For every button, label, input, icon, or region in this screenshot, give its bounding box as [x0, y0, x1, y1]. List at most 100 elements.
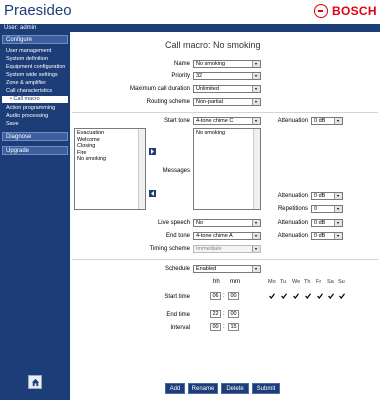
- attenuation-live-label: Attenuation: [277, 220, 308, 226]
- checkmark-icon: [317, 293, 323, 299]
- sidebar-item-user-management[interactable]: User management: [6, 48, 51, 55]
- day-checkbox[interactable]: [317, 293, 323, 299]
- start-hh-field[interactable]: 06: [210, 292, 221, 300]
- live-speech-label: Live speech: [157, 220, 190, 226]
- chevron-down-icon: [252, 220, 260, 226]
- dropdown-arrow-icon: [252, 61, 260, 67]
- messages-label: Messages: [162, 168, 190, 174]
- name-value: No smoking: [196, 61, 226, 67]
- max-duration-label: Maximum call duration: [129, 86, 190, 92]
- scrollbar[interactable]: [253, 129, 260, 209]
- sidebar-diagnose[interactable]: Diagnose: [2, 132, 68, 141]
- add-message-button[interactable]: [149, 148, 156, 155]
- day-label: Mo: [268, 279, 276, 285]
- day-checkbox[interactable]: [281, 293, 287, 299]
- attenuation-live-select[interactable]: 0 dB: [311, 219, 343, 227]
- day-checkbox[interactable]: [293, 293, 299, 299]
- live-speech-select[interactable]: No: [193, 219, 261, 227]
- day-checkbox[interactable]: [339, 293, 345, 299]
- end-tone-value: 4-tone chime A: [196, 233, 233, 239]
- remove-message-button[interactable]: [149, 190, 156, 197]
- day-label: We: [292, 279, 301, 285]
- repetitions-label: Repetitions: [277, 206, 308, 212]
- checkmark-icon: [305, 293, 311, 299]
- end-hh-field[interactable]: 22: [210, 310, 221, 318]
- start-tone-label: Start tone: [163, 118, 190, 124]
- sidebar-item-equipment-configuration[interactable]: Equipment configuration: [6, 64, 65, 71]
- priority-label: Priority: [171, 73, 190, 79]
- list-item[interactable]: No smoking: [77, 156, 143, 163]
- sidebar-item-save[interactable]: Save: [6, 121, 19, 128]
- chevron-down-icon: [252, 266, 260, 272]
- attenuation-start-label: Attenuation: [277, 118, 308, 124]
- schedule-label: Schedule: [164, 266, 190, 272]
- day-checkbox[interactable]: [328, 293, 334, 299]
- list-item[interactable]: No smoking: [196, 130, 258, 137]
- sidebar-item-action-programming[interactable]: Action programming: [6, 105, 55, 112]
- user-bar: User: admin: [0, 24, 380, 32]
- sidebar-item-call-characteristics[interactable]: Call characteristics: [6, 88, 52, 95]
- attenuation-end-select[interactable]: 0 dB: [311, 232, 343, 240]
- day-label: Su: [338, 279, 345, 285]
- start-mm-field[interactable]: 00: [228, 292, 239, 300]
- chevron-down-icon: [334, 118, 342, 124]
- chevron-down-icon: [252, 73, 260, 79]
- attenuation-start-select[interactable]: 0 dB: [311, 117, 343, 125]
- day-label: Tu: [280, 279, 287, 285]
- attenuation-msg-value: 0 dB: [314, 193, 326, 199]
- checkmark-icon: [328, 293, 334, 299]
- timing-value: Immediate: [196, 246, 222, 252]
- end-tone-label: End tone: [165, 233, 190, 239]
- home-button[interactable]: [28, 375, 42, 389]
- app-title: Praesideo: [4, 2, 72, 19]
- priority-select[interactable]: 32: [193, 72, 261, 80]
- sidebar-upgrade[interactable]: Upgrade: [2, 146, 68, 155]
- day-checkbox[interactable]: [269, 293, 275, 299]
- live-speech-value: No: [196, 220, 204, 226]
- attenuation-start-value: 0 dB: [314, 118, 326, 124]
- day-label: Th: [304, 279, 311, 285]
- submit-button[interactable]: Submit: [252, 383, 280, 394]
- repetitions-select[interactable]: 0: [311, 205, 343, 213]
- checkmark-icon: [293, 293, 299, 299]
- routing-select[interactable]: Non-partial: [193, 98, 261, 106]
- end-mm-field[interactable]: 00: [228, 310, 239, 318]
- max-duration-select[interactable]: Unlimited: [193, 85, 261, 93]
- chevron-down-icon: [252, 118, 260, 124]
- available-messages-list[interactable]: Evacuation Welcome Closing Fire No smoki…: [74, 128, 146, 210]
- chevron-down-icon: [252, 233, 260, 239]
- page-title: Call macro: No smoking: [165, 40, 261, 50]
- colon: :: [223, 324, 225, 330]
- delete-button[interactable]: Delete: [221, 383, 249, 394]
- timing-select[interactable]: Immediate: [193, 245, 261, 253]
- interval-hh-field[interactable]: 00: [210, 323, 221, 331]
- schedule-value: Enabled: [196, 266, 217, 272]
- sidebar-item-zone-amplifier[interactable]: Zone & amplifier: [6, 80, 46, 87]
- name-field[interactable]: No smoking: [193, 60, 261, 68]
- selected-messages-list[interactable]: No smoking: [193, 128, 261, 210]
- sidebar-item-system-definition[interactable]: System definition: [6, 56, 48, 63]
- rename-button[interactable]: Rename: [188, 383, 218, 394]
- chevron-down-icon: [252, 86, 260, 92]
- routing-value: Non-partial: [196, 99, 223, 105]
- chevron-down-icon: [334, 220, 342, 226]
- checkmark-icon: [269, 293, 275, 299]
- sidebar-configure[interactable]: Configure: [2, 35, 68, 44]
- sidebar-item-audio-processing[interactable]: Audio processing: [6, 113, 48, 120]
- sidebar: Configure User management System definit…: [0, 32, 70, 400]
- colon: :: [223, 311, 225, 317]
- attenuation-msg-select[interactable]: 0 dB: [311, 192, 343, 200]
- checkmark-icon: [339, 293, 345, 299]
- chevron-down-icon: [334, 206, 342, 212]
- sidebar-item-system-wide-settings[interactable]: System wide settings: [6, 72, 58, 79]
- interval-mm-field[interactable]: 15: [228, 323, 239, 331]
- schedule-select[interactable]: Enabled: [193, 265, 261, 273]
- day-checkbox[interactable]: [305, 293, 311, 299]
- add-button[interactable]: Add: [165, 383, 185, 394]
- start-tone-value: 4-tone chime C: [196, 118, 234, 124]
- colon: :: [223, 293, 225, 299]
- sidebar-item-call-macro[interactable]: • Call macro: [2, 96, 68, 103]
- start-tone-select[interactable]: 4-tone chime C: [193, 117, 261, 125]
- interval-label: Interval: [170, 325, 190, 331]
- end-tone-select[interactable]: 4-tone chime A: [193, 232, 261, 240]
